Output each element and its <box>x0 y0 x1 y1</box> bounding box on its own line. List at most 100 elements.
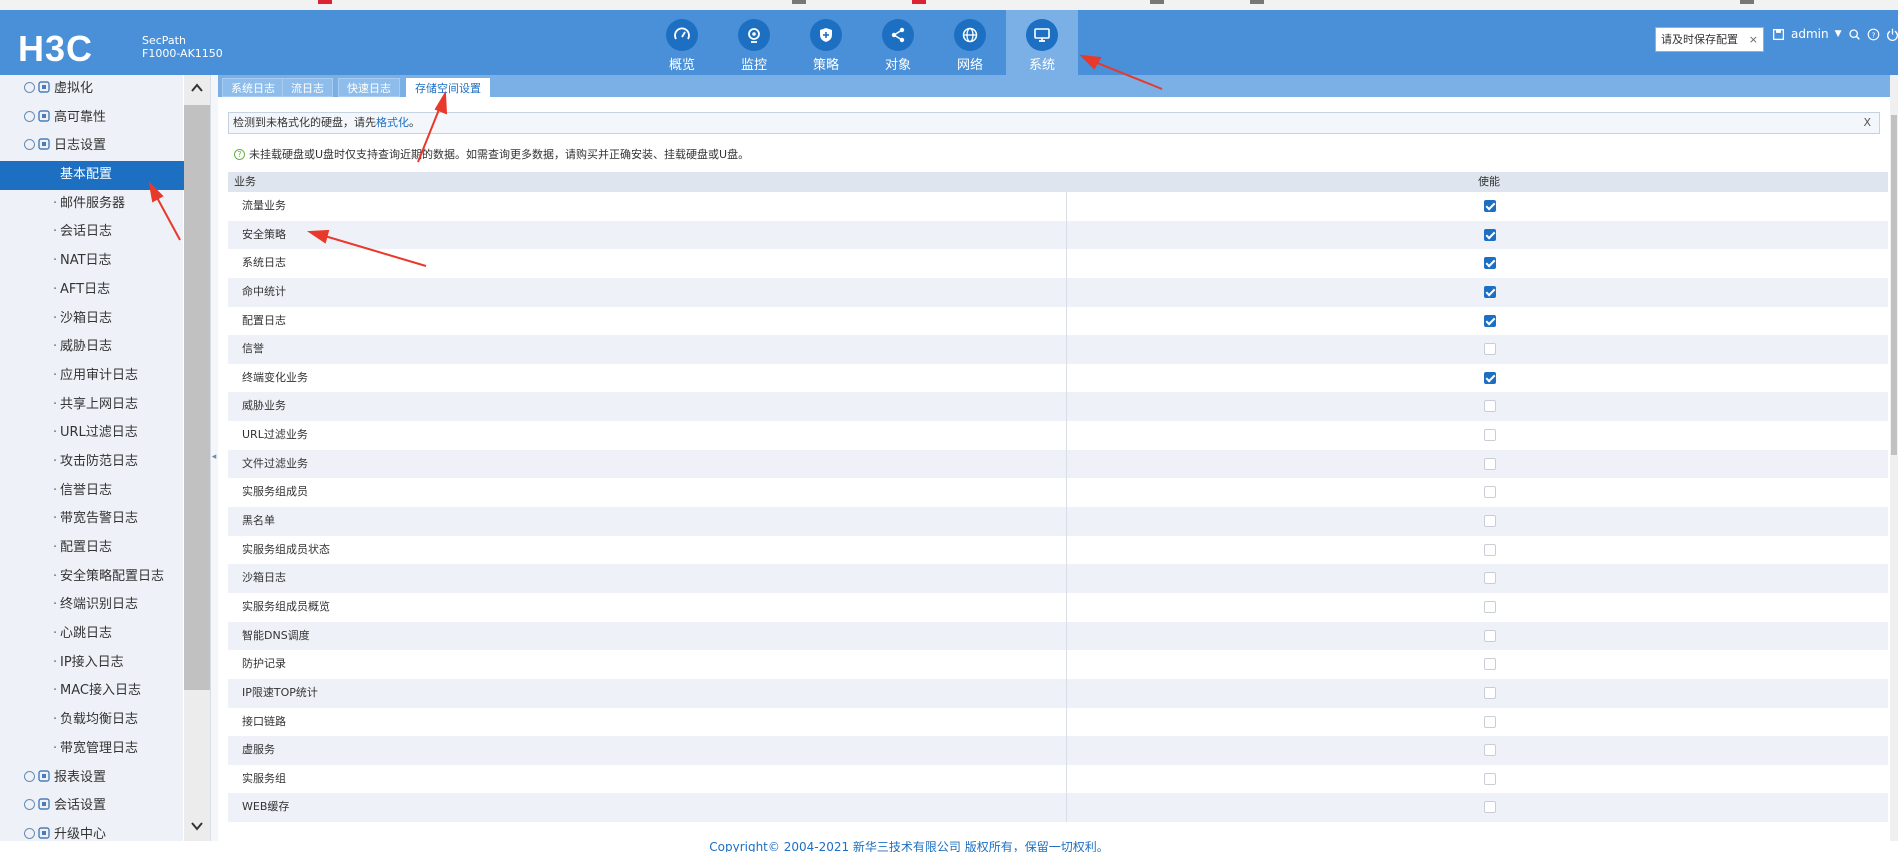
enable-checkbox[interactable] <box>1484 543 1496 556</box>
expand-icon[interactable] <box>24 799 35 811</box>
help-icon[interactable]: ? <box>1867 28 1880 41</box>
tab-flow-log[interactable]: 流日志 <box>282 78 333 97</box>
save-config-tip[interactable]: 请及时保存配置 × <box>1655 27 1764 52</box>
enable-checkbox[interactable] <box>1484 457 1496 470</box>
sidebar-item[interactable]: · 会话日志 <box>0 218 184 247</box>
product-name: SecPath <box>142 34 186 47</box>
tab-fast-log[interactable]: 快速日志 <box>338 78 400 97</box>
scroll-down-icon[interactable] <box>188 817 206 835</box>
notice-close-button[interactable]: X <box>1863 113 1871 133</box>
expand-icon[interactable] <box>24 110 35 122</box>
sidebar-item[interactable]: · 邮件服务器 <box>0 190 184 219</box>
sidebar-item[interactable]: 日志设置 <box>0 132 184 161</box>
sub-tabs: 系统日志 流日志 快速日志 存储空间设置 <box>218 75 1898 97</box>
sidebar-item[interactable]: · MAC接入日志 <box>0 677 184 706</box>
search-icon[interactable] <box>1848 28 1861 41</box>
chevron-down-icon[interactable]: ▼ <box>1835 29 1842 39</box>
monitor-icon-wrap <box>1026 19 1058 51</box>
table-row: 信誉 <box>228 335 1888 364</box>
tab-storage-settings[interactable]: 存储空间设置 <box>406 78 490 97</box>
sidebar-item[interactable]: 基本配置 <box>0 161 184 190</box>
enable-checkbox[interactable] <box>1484 228 1496 241</box>
enable-checkbox[interactable] <box>1484 515 1496 528</box>
expand-icon[interactable] <box>24 82 35 93</box>
enable-checkbox[interactable] <box>1484 572 1496 585</box>
enable-checkbox[interactable] <box>1484 629 1496 642</box>
enable-checkbox[interactable] <box>1484 686 1496 699</box>
scroll-up-icon[interactable] <box>188 79 206 97</box>
nav-tab-globe[interactable]: 网络 <box>934 10 1006 75</box>
column-divider <box>1066 335 1067 364</box>
enable-checkbox[interactable] <box>1484 658 1496 671</box>
tab-system-log[interactable]: 系统日志 <box>222 78 284 97</box>
enable-checkbox[interactable] <box>1484 744 1496 757</box>
scrollbar-thumb[interactable] <box>184 105 210 690</box>
service-name: 智能DNS调度 <box>242 628 310 642</box>
user-area: admin ▼ ? <box>1772 24 1898 44</box>
sidebar-item[interactable]: · 心跳日志 <box>0 620 184 649</box>
nav-tab-share[interactable]: 对象 <box>862 10 934 75</box>
sidebar-item[interactable]: · 信誉日志 <box>0 477 184 506</box>
tab-marker <box>318 0 332 4</box>
sidebar-item[interactable]: 报表设置 <box>0 764 184 793</box>
enable-checkbox[interactable] <box>1484 429 1496 442</box>
sidebar-item[interactable]: · 带宽管理日志 <box>0 735 184 764</box>
enable-checkbox[interactable] <box>1484 257 1496 270</box>
enable-checkbox[interactable] <box>1484 343 1496 356</box>
expand-icon[interactable] <box>24 139 35 151</box>
table-row: 智能DNS调度 <box>228 621 1888 651</box>
sidebar-item[interactable]: · 沙箱日志 <box>0 305 184 334</box>
scrollbar-thumb[interactable] <box>1891 115 1897 455</box>
table-row: 黑名单 <box>228 507 1888 536</box>
sidebar-item[interactable]: · 安全策略配置日志 <box>0 563 184 592</box>
sidebar-item[interactable]: 高可靠性 <box>0 104 184 133</box>
enable-checkbox[interactable] <box>1484 400 1496 413</box>
sidebar-item[interactable]: · URL过滤日志 <box>0 419 184 448</box>
sidebar-item[interactable]: 会话设置 <box>0 792 184 821</box>
nav-tab-gauge[interactable]: 概览 <box>646 10 718 75</box>
nav-tab-shield[interactable]: 策略 <box>790 10 862 75</box>
enable-checkbox[interactable] <box>1484 371 1496 384</box>
sidebar-item-label: 会话设置 <box>54 798 107 814</box>
enable-checkbox[interactable] <box>1484 772 1496 785</box>
sidebar-item[interactable]: · AFT日志 <box>0 276 184 305</box>
close-icon[interactable]: × <box>1749 28 1758 51</box>
nav-tab-monitor[interactable]: 系统 <box>1006 10 1078 75</box>
service-name: 流量业务 <box>242 199 286 212</box>
enable-checkbox[interactable] <box>1484 285 1496 298</box>
table-row: URL过滤业务 <box>228 421 1888 450</box>
enable-checkbox[interactable] <box>1484 486 1496 499</box>
sidebar-item[interactable]: · 共享上网日志 <box>0 391 184 420</box>
collapse-sidebar-icon[interactable]: ◂ <box>210 442 218 472</box>
sidebar-item[interactable]: · 威胁日志 <box>0 333 184 362</box>
sidebar-item[interactable]: · 配置日志 <box>0 534 184 563</box>
main-scrollbar[interactable] <box>1890 75 1898 841</box>
enable-checkbox[interactable] <box>1484 600 1496 613</box>
enable-checkbox[interactable] <box>1484 314 1496 327</box>
bullet: · <box>53 654 58 670</box>
sidebar-item[interactable]: · 攻击防范日志 <box>0 448 184 477</box>
enable-checkbox[interactable] <box>1484 801 1496 814</box>
storage-hint: ? 未挂载硬盘或U盘时仅支持查询近期的数据。如需查询更多数据，请购买并正确安装、… <box>234 146 749 162</box>
username[interactable]: admin <box>1791 27 1829 41</box>
table-row: 虚服务 <box>228 736 1888 765</box>
sidebar-item[interactable]: · NAT日志 <box>0 247 184 276</box>
sidebar-item[interactable]: · 终端识别日志 <box>0 591 184 620</box>
sidebar-item[interactable]: · 负载均衡日志 <box>0 706 184 735</box>
enable-checkbox[interactable] <box>1484 715 1496 728</box>
sidebar-item-label: 升级中心 <box>54 826 107 842</box>
sidebar-item[interactable]: 虚拟化 <box>0 75 184 104</box>
format-link[interactable]: 格式化 <box>376 116 409 129</box>
sidebar-item[interactable]: · 带宽告警日志 <box>0 505 184 534</box>
expand-icon[interactable] <box>24 827 35 839</box>
nav-tab-camera[interactable]: 监控 <box>718 10 790 75</box>
sidebar-item[interactable]: · IP接入日志 <box>0 649 184 678</box>
save-icon[interactable] <box>1772 28 1785 41</box>
power-icon[interactable] <box>1886 28 1898 41</box>
enable-checkbox[interactable] <box>1484 200 1496 212</box>
table-row: 系统日志 <box>228 249 1888 278</box>
expand-icon[interactable] <box>24 770 35 782</box>
sidebar-scrollbar[interactable] <box>184 75 210 841</box>
column-divider <box>1066 220 1067 250</box>
sidebar-item[interactable]: · 应用审计日志 <box>0 362 184 391</box>
